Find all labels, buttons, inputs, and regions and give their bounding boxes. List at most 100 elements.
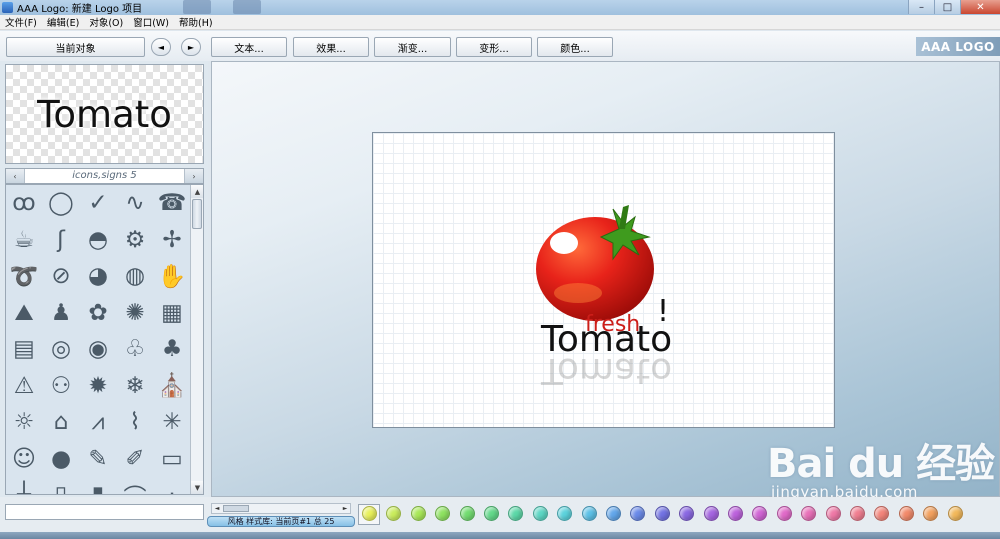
fan-icon[interactable]: ✢ bbox=[154, 222, 190, 259]
color-swatch[interactable] bbox=[606, 506, 621, 521]
earth-icon[interactable]: ◍ bbox=[117, 258, 153, 295]
telephone-icon[interactable]: ☎ bbox=[154, 185, 190, 222]
handshake-icon[interactable]: ⚇ bbox=[43, 368, 79, 405]
wave-icon[interactable]: ➰ bbox=[6, 258, 42, 295]
text-button[interactable]: 文本... bbox=[211, 37, 287, 57]
cross-icon[interactable]: ┼ bbox=[6, 477, 42, 494]
bird-icon[interactable]: ⌇ bbox=[117, 404, 153, 441]
color-swatch[interactable] bbox=[776, 506, 792, 521]
church-icon[interactable]: ⛪ bbox=[154, 368, 190, 405]
color-swatch[interactable] bbox=[825, 506, 841, 521]
palm-tree-icon[interactable]: ✳ bbox=[154, 404, 190, 441]
scroll-thumb[interactable] bbox=[223, 505, 249, 512]
menu-edit[interactable]: 编辑(E) bbox=[42, 15, 84, 29]
color-swatch[interactable] bbox=[362, 506, 377, 521]
swirl-icon[interactable]: ◯ bbox=[43, 185, 79, 222]
scroll-up-button[interactable]: ▲ bbox=[191, 185, 203, 198]
coffee-cup-icon[interactable]: ☕ bbox=[6, 222, 42, 259]
minimize-button[interactable]: – bbox=[908, 0, 934, 14]
scroll-thumb[interactable] bbox=[192, 199, 202, 229]
squiggle-icon[interactable]: ∿ bbox=[117, 185, 153, 222]
bomb-icon[interactable]: ● bbox=[43, 441, 79, 478]
wings-icon[interactable]: ⩘ bbox=[80, 404, 116, 441]
swoosh-icon[interactable]: ✓ bbox=[80, 185, 116, 222]
bottle-icon[interactable]: ▯ bbox=[43, 477, 79, 494]
maximize-button[interactable]: □ bbox=[934, 0, 960, 14]
library-next-button[interactable]: › bbox=[185, 169, 203, 183]
color-swatch[interactable] bbox=[581, 506, 597, 521]
blank-icon[interactable]: · bbox=[154, 477, 190, 494]
color-swatch[interactable] bbox=[484, 506, 499, 521]
target-icon[interactable]: ◉ bbox=[80, 331, 116, 368]
color-swatch[interactable] bbox=[728, 506, 743, 521]
library-scrollbar[interactable]: ▲ ▼ bbox=[190, 185, 203, 494]
color-swatch[interactable] bbox=[850, 506, 865, 521]
library-prev-button[interactable]: ‹ bbox=[6, 169, 24, 183]
color-swatch[interactable] bbox=[703, 506, 719, 521]
color-swatch[interactable] bbox=[557, 506, 573, 521]
artboard[interactable]: fresh ! Tomato Tomato bbox=[372, 132, 835, 428]
scroll-right-button[interactable]: ► bbox=[340, 504, 350, 513]
next-object-button[interactable]: ► bbox=[181, 38, 201, 56]
current-object-button[interactable]: 当前对象 bbox=[6, 37, 145, 57]
color-swatch[interactable] bbox=[923, 506, 939, 521]
warning-icon[interactable]: ⚠ bbox=[6, 368, 42, 405]
menu-help[interactable]: 帮助(H) bbox=[174, 15, 218, 29]
color-swatch[interactable] bbox=[386, 506, 402, 521]
brick-wall-icon[interactable]: ▦ bbox=[154, 295, 190, 332]
turtle-icon[interactable]: ⛰ bbox=[6, 295, 42, 332]
search-input[interactable] bbox=[5, 504, 204, 520]
tomato-logo[interactable]: fresh ! Tomato Tomato bbox=[373, 133, 836, 429]
jar-icon[interactable]: ▮ bbox=[80, 477, 116, 494]
teacup-icon[interactable]: ◓ bbox=[80, 222, 116, 259]
s-curve-icon[interactable]: ʃ bbox=[43, 222, 79, 259]
spiral-icon[interactable]: ◎ bbox=[43, 331, 79, 368]
color-swatch[interactable] bbox=[508, 506, 524, 521]
gradient-button[interactable]: 渐变... bbox=[374, 37, 451, 57]
calculator-icon[interactable]: ▤ bbox=[6, 331, 42, 368]
sun-house-icon[interactable]: ☼ bbox=[6, 404, 42, 441]
no-smoking-icon[interactable]: ⊘ bbox=[43, 258, 79, 295]
horizontal-scrollbar[interactable]: ◄ ► bbox=[211, 503, 351, 514]
face-icon[interactable]: ☺ bbox=[6, 441, 42, 478]
scroll-down-button[interactable]: ▼ bbox=[191, 481, 203, 494]
flower-icon[interactable]: ✿ bbox=[80, 295, 116, 332]
xmas-tree-icon[interactable]: ♣ bbox=[154, 331, 190, 368]
bus-icon[interactable]: ▭ bbox=[154, 441, 190, 478]
color-button[interactable]: 颜色... bbox=[537, 37, 613, 57]
menu-window[interactable]: 窗口(W) bbox=[128, 15, 174, 29]
color-swatch[interactable] bbox=[874, 506, 890, 521]
icon-grid: ꝏ ◯ ✓ ∿ ☎ ☕ ʃ ◓ ⚙ ✢ ➰ ⊘ ◕ ◍ ✋ ⛰ ♟ ✿ ✺ ▦ ▤ ◎ ◉ ♧ ♣ ⚠ ⚇ ✹ ❄ ⛪ ☼ ⌂ ⩘ ⌇ ✳ ☺ ● ✎ ✐ ▭… bbox=[6, 185, 190, 494]
color-swatch[interactable] bbox=[410, 506, 426, 521]
color-swatch[interactable] bbox=[630, 506, 646, 521]
close-button[interactable]: ✕ bbox=[960, 0, 1000, 14]
color-swatch[interactable] bbox=[752, 506, 768, 521]
brush-icon[interactable]: ✐ bbox=[117, 441, 153, 478]
hand-icon[interactable]: ✋ bbox=[154, 258, 190, 295]
color-swatch[interactable] bbox=[459, 506, 475, 521]
color-swatch[interactable] bbox=[532, 506, 548, 521]
menu-file[interactable]: 文件(F) bbox=[0, 15, 42, 29]
snowflake-icon[interactable]: ❄ bbox=[117, 368, 153, 405]
color-swatch[interactable] bbox=[947, 506, 963, 521]
color-swatch[interactable] bbox=[801, 506, 817, 521]
splash-icon[interactable]: ✺ bbox=[117, 295, 153, 332]
scroll-left-button[interactable]: ◄ bbox=[212, 504, 222, 513]
house-icon[interactable]: ⌂ bbox=[43, 404, 79, 441]
color-swatch[interactable] bbox=[898, 506, 914, 521]
paint-bucket-icon[interactable]: ✎ bbox=[80, 441, 116, 478]
prev-object-button[interactable]: ◄ bbox=[151, 38, 171, 56]
family-icon[interactable]: ♟ bbox=[43, 295, 79, 332]
fire-icon[interactable]: ✹ bbox=[80, 368, 116, 405]
xmas-tree-outline-icon[interactable]: ♧ bbox=[117, 331, 153, 368]
color-swatch[interactable] bbox=[679, 506, 695, 521]
effects-button[interactable]: 效果... bbox=[293, 37, 369, 57]
color-swatch[interactable] bbox=[435, 506, 451, 521]
arc-icon[interactable]: ⌒ bbox=[117, 477, 153, 494]
globe-icon[interactable]: ◕ bbox=[80, 258, 116, 295]
waves-icon[interactable]: ꝏ bbox=[6, 185, 42, 222]
gears-icon[interactable]: ⚙ bbox=[117, 222, 153, 259]
menu-object[interactable]: 对象(O) bbox=[84, 15, 128, 29]
transform-button[interactable]: 变形... bbox=[456, 37, 532, 57]
color-swatch[interactable] bbox=[654, 506, 670, 521]
